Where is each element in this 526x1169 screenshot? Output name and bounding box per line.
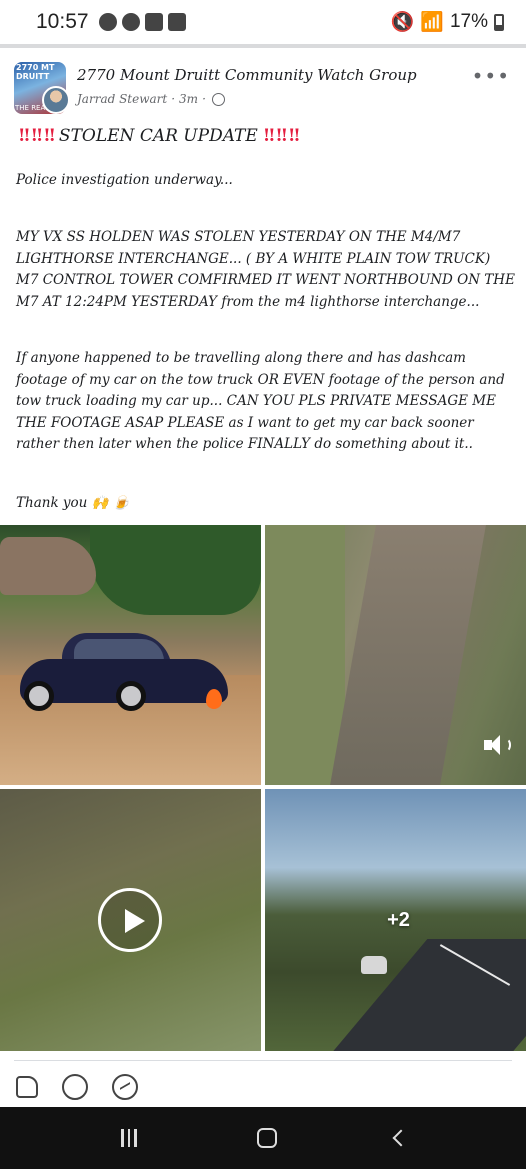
post-title-text: STOLEN CAR UPDATE — [58, 126, 258, 146]
double-exclamation-icon: ‼ ‼ ‼ — [19, 126, 55, 146]
more-photos-count[interactable]: +2 — [265, 789, 526, 1051]
car-wheel — [116, 681, 146, 711]
video-grass-ground[interactable] — [0, 789, 261, 1051]
photo-trees — [90, 525, 261, 615]
actions-divider — [14, 1060, 512, 1061]
messenger-icon — [121, 13, 140, 31]
volume-icon[interactable] — [484, 733, 512, 757]
status-bar: 10:57 🔇 📶 17% — [0, 0, 526, 44]
double-exclamation-icon: ‼ ‼ ‼ — [263, 126, 300, 146]
photo-track — [330, 525, 486, 785]
thumbs-up-icon[interactable] — [16, 1076, 38, 1098]
post-paragraph: Police investigation underway... — [16, 172, 233, 188]
system-nav-bar — [0, 1107, 526, 1169]
car-window — [74, 639, 164, 661]
post-actions — [16, 1074, 138, 1100]
post-header: 2770 MT DRUITT THE REAL 2770 Mount Druit… — [14, 62, 514, 118]
lock-icon — [144, 13, 163, 31]
post-paragraph: MY VX SS HOLDEN WAS STOLEN YESTERDAY ON … — [16, 229, 515, 310]
author-name-link[interactable]: Jarrad Stewart — [77, 92, 167, 106]
more-options-button[interactable]: ••• — [472, 64, 510, 88]
photo-car — [20, 629, 228, 719]
group-name-link[interactable]: 2770 Mount Druitt Community Watch Group — [77, 66, 417, 84]
post-meta: Jarrad Stewart · 3m · — [77, 92, 225, 106]
post-paragraph: Thank you 🙌 🍺 — [16, 495, 130, 511]
meta-separator: · — [202, 92, 206, 106]
battery-icon — [494, 13, 504, 31]
wifi-icon: 📶 — [420, 12, 444, 33]
privacy-globe-icon — [211, 92, 225, 106]
photo-grid: +2 — [0, 525, 526, 1051]
photo-grass — [265, 525, 345, 785]
home-icon[interactable] — [257, 1128, 277, 1148]
comment-icon[interactable] — [62, 1074, 88, 1100]
post-paragraph: If anyone happened to be travelling alon… — [16, 350, 505, 452]
speaker-cone — [490, 735, 500, 755]
notification-icons — [98, 13, 186, 31]
messenger-share-icon[interactable] — [112, 1074, 138, 1100]
mute-icon: 🔇 — [390, 12, 415, 33]
author-avatar[interactable] — [42, 86, 70, 114]
top-divider — [0, 44, 526, 48]
photo-car-in-river[interactable] — [0, 525, 261, 785]
photo-roadside[interactable]: +2 — [265, 789, 526, 1051]
car-wheel — [24, 681, 54, 711]
post-title: ‼ ‼ ‼ STOLEN CAR UPDATE ‼ ‼ ‼ — [16, 126, 301, 146]
post-time[interactable]: 3m — [179, 92, 198, 106]
play-icon[interactable] — [98, 888, 162, 952]
group-avatar-text: 2770 MT DRUITT — [16, 63, 55, 81]
fire-emoji — [206, 689, 222, 709]
battery-percent: 17% — [449, 11, 488, 32]
speaker-wave — [501, 738, 511, 752]
messenger-icon — [98, 13, 117, 31]
recent-apps-icon[interactable] — [119, 1129, 139, 1147]
gallery-icon — [167, 13, 186, 31]
meta-separator: · — [171, 92, 176, 106]
video-dirt-track[interactable] — [265, 525, 526, 785]
system-icons: 🔇 📶 17% — [391, 10, 504, 34]
back-icon[interactable] — [392, 1129, 410, 1147]
clock: 10:57 — [36, 10, 89, 33]
photo-rock — [0, 537, 96, 595]
